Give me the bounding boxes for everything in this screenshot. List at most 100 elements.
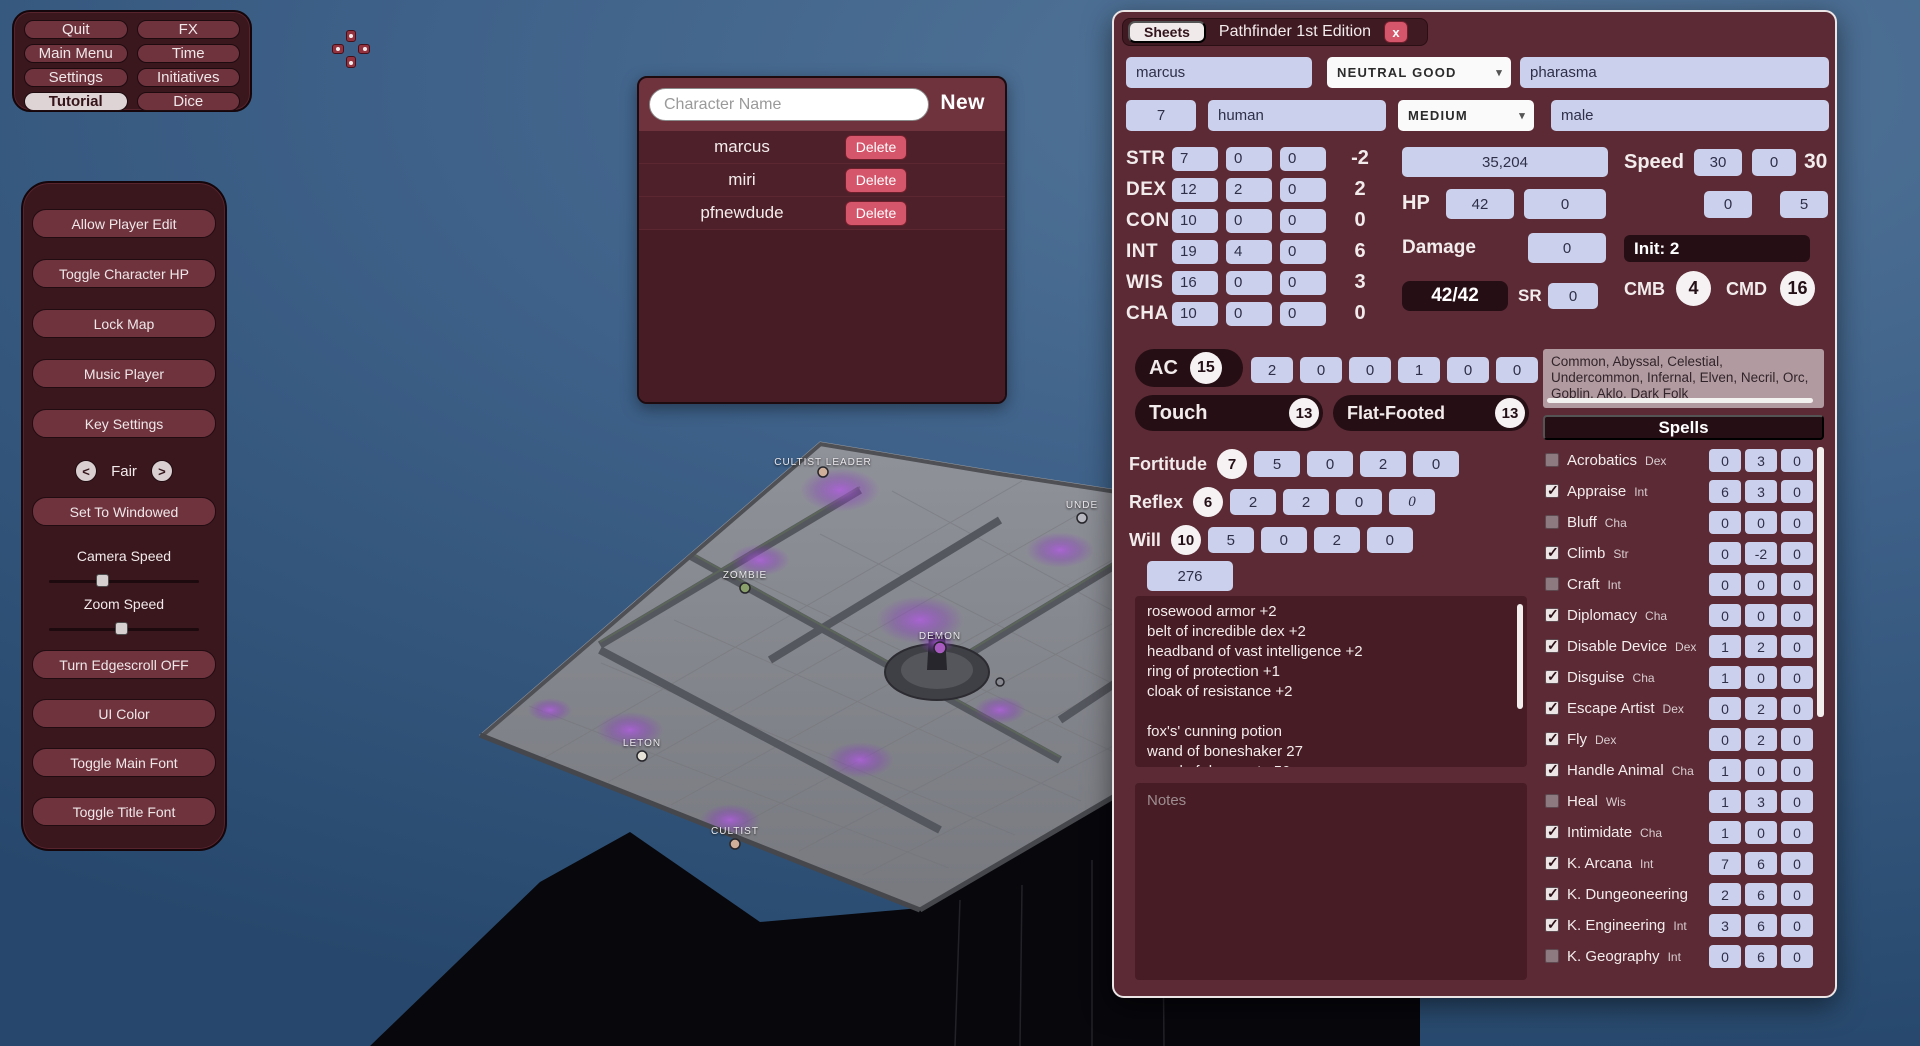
- delete-character-button[interactable]: Delete: [845, 135, 907, 160]
- misc-defense-field[interactable]: 276: [1147, 561, 1233, 591]
- skill-class-checkbox[interactable]: [1545, 639, 1559, 653]
- character-row[interactable]: miri Delete: [639, 164, 1005, 197]
- skill-bonus-field[interactable]: 6: [1745, 883, 1777, 906]
- skill-misc-field[interactable]: 0: [1781, 790, 1813, 813]
- skill-bonus-field[interactable]: 2: [1745, 697, 1777, 720]
- skill-class-checkbox[interactable]: [1545, 949, 1559, 963]
- skill-misc-field[interactable]: 0: [1781, 604, 1813, 627]
- skill-ranks-field[interactable]: 0: [1709, 728, 1741, 751]
- ability-adjust-field[interactable]: 0: [1226, 271, 1272, 295]
- ability-base-field[interactable]: 10: [1172, 209, 1218, 233]
- speed-armor-field[interactable]: 0: [1752, 149, 1796, 176]
- menu-button[interactable]: FX: [137, 20, 241, 39]
- skill-class-checkbox[interactable]: [1545, 670, 1559, 684]
- skill-misc-field[interactable]: 0: [1781, 883, 1813, 906]
- skill-misc-field[interactable]: 0: [1781, 914, 1813, 937]
- menu-button[interactable]: Initiatives: [137, 68, 241, 87]
- skill-ranks-field[interactable]: 1: [1709, 635, 1741, 658]
- skill-ranks-field[interactable]: 0: [1709, 945, 1741, 968]
- ability-adjust-field[interactable]: 0: [1226, 209, 1272, 233]
- level-field[interactable]: 7: [1126, 100, 1196, 131]
- ability-adjust-field[interactable]: 0: [1226, 302, 1272, 326]
- ability-temp-field[interactable]: 0: [1280, 240, 1326, 264]
- fly-speed-field[interactable]: 0: [1704, 191, 1752, 218]
- settings-button[interactable]: Toggle Main Font: [32, 748, 216, 777]
- menu-button[interactable]: Tutorial: [24, 92, 128, 111]
- skill-ranks-field[interactable]: 3: [1709, 914, 1741, 937]
- skill-class-checkbox[interactable]: [1545, 701, 1559, 715]
- settings-button[interactable]: Toggle Character HP: [32, 259, 216, 288]
- alignment-dropdown[interactable]: NEUTRAL GOOD ▾: [1327, 57, 1511, 88]
- skill-class-checkbox[interactable]: [1545, 608, 1559, 622]
- skill-misc-field[interactable]: 0: [1781, 449, 1813, 472]
- languages-scrollbar[interactable]: [1547, 398, 1813, 403]
- skill-ranks-field[interactable]: 0: [1709, 542, 1741, 565]
- tab-title[interactable]: Pathfinder 1st Edition: [1219, 23, 1371, 41]
- settings-button[interactable]: Allow Player Edit: [32, 209, 216, 238]
- ability-adjust-field[interactable]: 4: [1226, 240, 1272, 264]
- skill-misc-field[interactable]: 0: [1781, 697, 1813, 720]
- notes-textarea[interactable]: [1135, 783, 1527, 980]
- skill-bonus-field[interactable]: 3: [1745, 790, 1777, 813]
- skill-ranks-field[interactable]: 1: [1709, 759, 1741, 782]
- skill-misc-field[interactable]: 0: [1781, 542, 1813, 565]
- skill-bonus-field[interactable]: 0: [1745, 759, 1777, 782]
- skill-class-checkbox[interactable]: [1545, 918, 1559, 932]
- slider-thumb[interactable]: [115, 622, 128, 635]
- swim-speed-field[interactable]: 5: [1780, 191, 1828, 218]
- skill-ranks-field[interactable]: 1: [1709, 666, 1741, 689]
- skill-class-checkbox[interactable]: [1545, 856, 1559, 870]
- camera-speed-slider[interactable]: [49, 574, 199, 588]
- skill-bonus-field[interactable]: 0: [1745, 821, 1777, 844]
- weather-prev-button[interactable]: <: [75, 460, 97, 482]
- save-field[interactable]: 2: [1314, 527, 1360, 553]
- skill-bonus-field[interactable]: 3: [1745, 449, 1777, 472]
- ability-temp-field[interactable]: 0: [1280, 271, 1326, 295]
- settings-button[interactable]: UI Color: [32, 699, 216, 728]
- skill-misc-field[interactable]: 0: [1781, 945, 1813, 968]
- menu-button[interactable]: Time: [137, 44, 241, 63]
- ability-base-field[interactable]: 7: [1172, 147, 1218, 171]
- skill-class-checkbox[interactable]: [1545, 763, 1559, 777]
- slider-thumb[interactable]: [96, 574, 109, 587]
- speed-base-field[interactable]: 30: [1694, 149, 1742, 176]
- skill-ranks-field[interactable]: 0: [1709, 573, 1741, 596]
- save-field[interactable]: 5: [1208, 527, 1254, 553]
- weather-next-button[interactable]: >: [151, 460, 173, 482]
- skill-misc-field[interactable]: 0: [1781, 852, 1813, 875]
- ability-temp-field[interactable]: 0: [1280, 147, 1326, 171]
- deity-field[interactable]: pharasma: [1520, 57, 1829, 88]
- skill-bonus-field[interactable]: -2: [1745, 542, 1777, 565]
- skill-ranks-field[interactable]: 7: [1709, 852, 1741, 875]
- skill-bonus-field[interactable]: 2: [1745, 635, 1777, 658]
- ability-base-field[interactable]: 10: [1172, 302, 1218, 326]
- settings-button[interactable]: Key Settings: [32, 409, 216, 438]
- skill-bonus-field[interactable]: 0: [1745, 511, 1777, 534]
- close-tab-button[interactable]: x: [1384, 21, 1408, 43]
- menu-button[interactable]: Quit: [24, 20, 128, 39]
- save-field[interactable]: 0: [1367, 527, 1413, 553]
- skill-bonus-field[interactable]: 0: [1745, 666, 1777, 689]
- ac-component-field[interactable]: 0: [1300, 357, 1342, 383]
- skill-misc-field[interactable]: 0: [1781, 728, 1813, 751]
- ability-base-field[interactable]: 12: [1172, 178, 1218, 202]
- ac-component-field[interactable]: 0: [1496, 357, 1538, 383]
- inventory-textarea[interactable]: rosewood armor +2 belt of incredible dex…: [1135, 596, 1527, 767]
- name-field[interactable]: marcus: [1126, 57, 1312, 88]
- delete-character-button[interactable]: Delete: [845, 201, 907, 226]
- save-field[interactable]: 2: [1360, 451, 1406, 477]
- character-name[interactable]: marcus: [639, 137, 845, 157]
- menu-button[interactable]: Settings: [24, 68, 128, 87]
- skills-scrollbar[interactable]: [1817, 447, 1824, 717]
- skill-class-checkbox[interactable]: [1545, 453, 1559, 467]
- skill-misc-field[interactable]: 0: [1781, 635, 1813, 658]
- skill-bonus-field[interactable]: 6: [1745, 914, 1777, 937]
- skill-ranks-field[interactable]: 1: [1709, 821, 1741, 844]
- save-field[interactable]: 0: [1261, 527, 1307, 553]
- ac-component-field[interactable]: 1: [1398, 357, 1440, 383]
- ability-base-field[interactable]: 16: [1172, 271, 1218, 295]
- race-field[interactable]: human: [1208, 100, 1386, 131]
- menu-button[interactable]: Main Menu: [24, 44, 128, 63]
- character-row[interactable]: marcus Delete: [639, 131, 1005, 164]
- gender-field[interactable]: male: [1551, 100, 1829, 131]
